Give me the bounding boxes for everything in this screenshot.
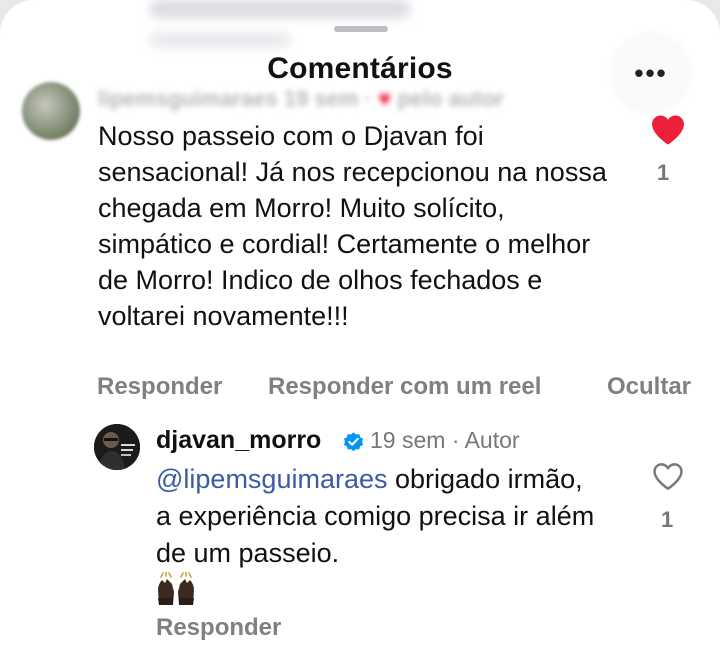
raised-hands-icon: 🙌🏿 bbox=[156, 571, 196, 611]
emoji-text: 🙌🏿 bbox=[156, 572, 157, 573]
mini-heart-icon: ♥ bbox=[378, 86, 392, 111]
separator: · bbox=[364, 86, 372, 111]
liked-by-author: pelo autor bbox=[397, 86, 504, 111]
like-count: 1 bbox=[657, 160, 670, 185]
comment-text: Nosso passeio com o Djavan foi sensacion… bbox=[98, 121, 607, 331]
heart-filled-icon[interactable] bbox=[650, 114, 686, 146]
reply-button[interactable]: Responder bbox=[97, 373, 222, 401]
mention-link[interactable]: @lipemsguimaraes bbox=[156, 464, 388, 494]
reply-username[interactable]: djavan_morro bbox=[156, 426, 321, 455]
reply-with-reel-button[interactable]: Responder com um reel bbox=[268, 373, 541, 401]
blurred-background bbox=[150, 0, 410, 18]
profile-photo-icon bbox=[94, 424, 140, 470]
comments-sheet: Comentários ••• lipemsguimaraes 19 sem ·… bbox=[0, 0, 720, 651]
verified-badge-icon bbox=[343, 432, 364, 452]
raised-hands-emoji bbox=[158, 571, 194, 605]
comment-author[interactable]: lipemsguimaraes bbox=[98, 86, 278, 111]
avatar[interactable] bbox=[94, 424, 140, 470]
heart-outline-icon[interactable] bbox=[652, 462, 684, 491]
reply-meta: 19 sem · Autor bbox=[370, 427, 520, 453]
blurred-background bbox=[150, 32, 290, 48]
comment-meta-blurred: lipemsguimaraes 19 sem · ♥ pelo autor bbox=[98, 86, 504, 112]
more-options-button[interactable]: ••• bbox=[612, 34, 690, 112]
reply-text: @lipemsguimaraes obrigado irmão, a exper… bbox=[156, 461, 596, 572]
avatar[interactable] bbox=[22, 82, 80, 140]
reply-like-count: 1 bbox=[661, 507, 674, 532]
comment-time: 19 sem bbox=[283, 86, 359, 111]
reply-to-reply-button[interactable]: Responder bbox=[156, 614, 281, 642]
hide-button[interactable]: Ocultar bbox=[607, 373, 691, 401]
sheet-grabber[interactable] bbox=[334, 26, 388, 32]
